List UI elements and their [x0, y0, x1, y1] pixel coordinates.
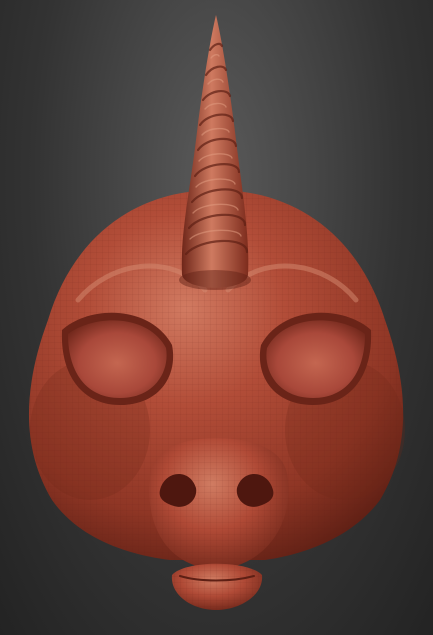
lower-lip-mesh[interactable] — [171, 563, 263, 610]
sculpt-viewport[interactable] — [0, 0, 433, 635]
horn-mesh[interactable] — [179, 15, 251, 290]
sculpt-canvas[interactable] — [0, 0, 433, 635]
